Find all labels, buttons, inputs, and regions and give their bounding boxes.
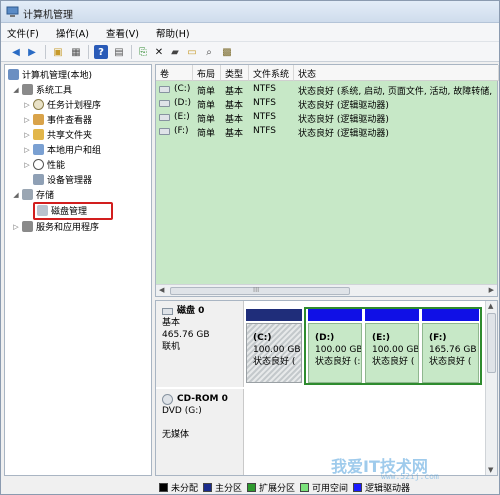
expand-icon[interactable]: ▷ bbox=[23, 101, 31, 109]
cdrom-0-info[interactable]: CD-ROM 0 DVD (G:) 无媒体 bbox=[156, 389, 244, 475]
window-title: 计算机管理 bbox=[23, 10, 73, 21]
computer-icon bbox=[8, 69, 19, 80]
scroll-left-icon[interactable]: ◀ bbox=[159, 286, 164, 294]
forward-icon[interactable]: ▶ bbox=[25, 45, 39, 59]
tree-item-local-users[interactable]: ▷ 本地用户和组 bbox=[23, 143, 101, 156]
disk-icon bbox=[162, 307, 173, 315]
partition-d[interactable]: (D:) 100.00 GB 状态良好 (: bbox=[308, 309, 362, 383]
table-row[interactable]: (E:) 简单 基本 NTFS 状态良好 (逻辑驱动器) bbox=[156, 111, 499, 125]
storage-icon bbox=[22, 189, 33, 200]
show-hide-icon[interactable]: ▤ bbox=[112, 45, 126, 59]
collapse-icon[interactable]: ◢ bbox=[12, 86, 20, 94]
menu-bar: 文件(F) 操作(A) 查看(V) 帮助(H) bbox=[1, 23, 499, 42]
scroll-grip: III bbox=[253, 286, 260, 294]
title-bar: 计算机管理 bbox=[1, 1, 499, 23]
tree-item-task-scheduler[interactable]: ▷ 任务计划程序 bbox=[23, 98, 101, 111]
menu-help[interactable]: 帮助(H) bbox=[156, 26, 190, 40]
computer-management-window: 计算机管理 文件(F) 操作(A) 查看(V) 帮助(H) ◀ ▶ ▣ ▦ ? … bbox=[0, 0, 500, 495]
legend-unallocated: 未分配 bbox=[159, 481, 198, 494]
table-row[interactable]: (F:) 简单 基本 NTFS 状态良好 (逻辑驱动器) bbox=[156, 125, 499, 139]
column-header-status[interactable]: 状态 bbox=[294, 65, 499, 81]
tree-item-event-viewer[interactable]: ▷ 事件查看器 bbox=[23, 113, 92, 126]
legend-free-space: 可用空间 bbox=[300, 481, 348, 494]
toolbar: ◀ ▶ ▣ ▦ ? ▤ ⎘ ✕ ▰ ▭ ⌕ ▩ bbox=[1, 42, 499, 62]
grid-icon[interactable]: ▦ bbox=[69, 45, 83, 59]
scroll-down-icon[interactable]: ▼ bbox=[488, 466, 493, 474]
partition-e[interactable]: (E:) 100.00 GB 状态良好 ( bbox=[365, 309, 419, 383]
table-row[interactable]: (C:) 简单 基本 NTFS 状态良好 (系统, 启动, 页面文件, 活动, … bbox=[156, 83, 499, 97]
logical-drive-bar bbox=[365, 309, 419, 321]
scrollbar-thumb[interactable]: III bbox=[170, 286, 350, 295]
disk-0-info[interactable]: 磁盘 0 基本 465.76 GB 联机 bbox=[156, 301, 244, 387]
search-icon[interactable]: ⌕ bbox=[202, 45, 216, 59]
column-header-type[interactable]: 类型 bbox=[221, 65, 249, 81]
navigation-tree: 计算机管理(本地) ◢ 系统工具 ▷ 任务计划程序 ▷ 事件查看器 ▷ 共享文件… bbox=[4, 64, 152, 476]
watermark-url: www.52ij.com bbox=[381, 472, 439, 481]
tree-item-root[interactable]: 计算机管理(本地) bbox=[8, 68, 92, 81]
device-manager-icon bbox=[33, 174, 44, 185]
tree-item-device-manager[interactable]: 设备管理器 bbox=[33, 173, 92, 186]
tree-item-performance[interactable]: ▷ 性能 bbox=[23, 158, 65, 171]
clock-icon bbox=[33, 99, 44, 110]
scrollbar-thumb[interactable] bbox=[487, 313, 496, 373]
legend-bar: 未分配 主分区 扩展分区 可用空间 逻辑驱动器 bbox=[155, 479, 498, 494]
services-icon bbox=[22, 221, 33, 232]
shared-folder-icon bbox=[33, 129, 44, 140]
drive-icon bbox=[159, 86, 170, 93]
partition-c[interactable]: (C:) 100.00 GB 状态良好 ( bbox=[246, 309, 302, 383]
logical-drive-bar bbox=[308, 309, 362, 321]
performance-icon bbox=[33, 159, 44, 170]
event-log-icon bbox=[33, 114, 44, 125]
tree-item-system-tools[interactable]: ◢ 系统工具 bbox=[12, 83, 72, 96]
tree-item-storage[interactable]: ◢ 存储 bbox=[12, 188, 54, 201]
tree-item-services-apps[interactable]: ▷ 服务和应用程序 bbox=[12, 220, 99, 233]
legend-extended: 扩展分区 bbox=[247, 481, 295, 494]
collapse-icon[interactable]: ◢ bbox=[12, 191, 20, 199]
column-header-layout[interactable]: 布局 bbox=[193, 65, 221, 81]
horizontal-scrollbar[interactable]: ◀ III ▶ bbox=[156, 284, 497, 296]
partition-f[interactable]: (F:) 165.76 GB 状态良好 ( bbox=[422, 309, 479, 383]
drive-icon bbox=[159, 128, 170, 135]
selection-highlight bbox=[33, 202, 113, 220]
users-icon bbox=[33, 144, 44, 155]
volume-list: 卷 布局 类型 文件系统 状态 (C:) 简单 基本 NTFS 状态良好 (系统… bbox=[155, 64, 499, 297]
delete-icon[interactable]: ✕ bbox=[152, 45, 166, 59]
expand-icon[interactable]: ▷ bbox=[23, 146, 31, 154]
help-icon[interactable]: ? bbox=[94, 45, 108, 59]
expand-icon[interactable]: ▷ bbox=[12, 223, 20, 231]
drive-icon bbox=[159, 100, 170, 107]
table-row[interactable]: (D:) 简单 基本 NTFS 状态良好 (逻辑驱动器) bbox=[156, 97, 499, 111]
expand-icon[interactable]: ▷ bbox=[23, 116, 31, 124]
vertical-scrollbar[interactable]: ▲ ▼ bbox=[485, 301, 497, 475]
disk-icon[interactable]: ▩ bbox=[220, 45, 234, 59]
back-icon[interactable]: ◀ bbox=[9, 45, 23, 59]
column-header-volume[interactable]: 卷 bbox=[156, 65, 193, 81]
open-icon[interactable]: ▭ bbox=[185, 45, 199, 59]
logical-drive-bar bbox=[422, 309, 479, 321]
scroll-right-icon[interactable]: ▶ bbox=[489, 286, 494, 294]
legend-logical: 逻辑驱动器 bbox=[353, 481, 410, 494]
properties-icon[interactable]: ▰ bbox=[168, 45, 182, 59]
drive-icon bbox=[159, 114, 170, 121]
expand-icon[interactable]: ▷ bbox=[23, 131, 31, 139]
menu-file[interactable]: 文件(F) bbox=[7, 26, 39, 40]
legend-primary: 主分区 bbox=[203, 481, 242, 494]
tree-item-shared-folders[interactable]: ▷ 共享文件夹 bbox=[23, 128, 92, 141]
up-folder-icon[interactable]: ▣ bbox=[51, 45, 65, 59]
menu-view[interactable]: 查看(V) bbox=[106, 26, 139, 40]
tools-icon bbox=[22, 84, 33, 95]
computer-management-icon bbox=[6, 6, 19, 17]
disk-graphical-view: 磁盘 0 基本 465.76 GB 联机 (C:) 100.00 GB 状态良好… bbox=[155, 300, 498, 476]
cd-icon bbox=[162, 393, 173, 405]
new-icon[interactable]: ⎘ bbox=[136, 45, 150, 59]
menu-action[interactable]: 操作(A) bbox=[56, 26, 89, 40]
primary-partition-bar bbox=[246, 309, 302, 321]
expand-icon[interactable]: ▷ bbox=[23, 161, 31, 169]
column-header-filesystem[interactable]: 文件系统 bbox=[249, 65, 294, 81]
scroll-up-icon[interactable]: ▲ bbox=[488, 302, 493, 310]
